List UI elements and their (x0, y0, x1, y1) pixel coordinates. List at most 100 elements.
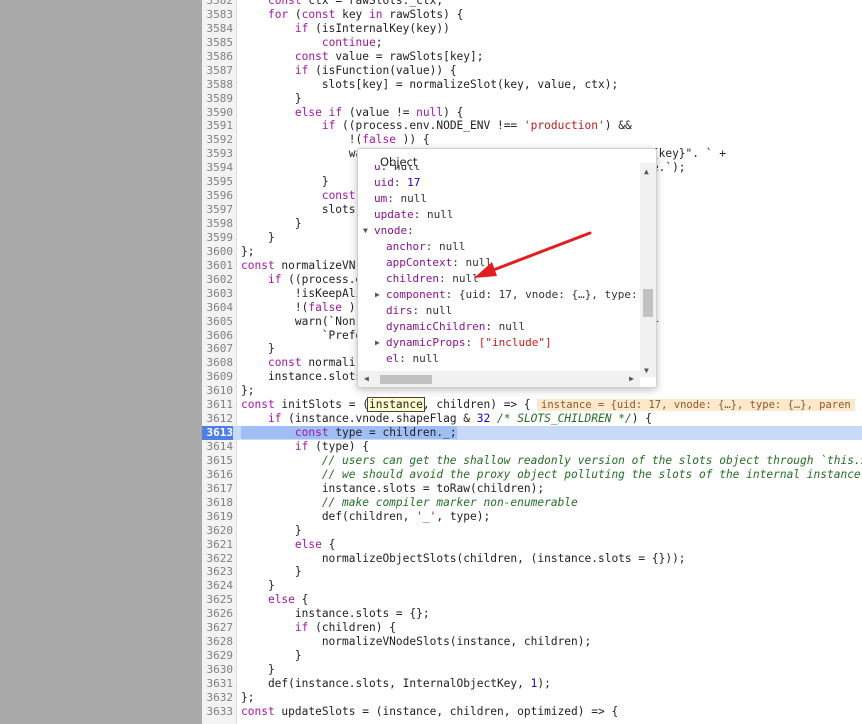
code-line[interactable]: 3630 } (202, 663, 862, 677)
line-number[interactable]: 3609 (202, 370, 234, 384)
code-line[interactable]: 3615 // users can get the shallow readon… (202, 454, 862, 468)
scroll-thumb[interactable] (643, 289, 653, 317)
code-text[interactable]: } (241, 524, 302, 538)
code-text[interactable]: const normali (241, 356, 356, 370)
code-text[interactable]: def(children, '_', type); (241, 510, 490, 524)
code-text[interactable]: const value = rawSlots[key]; (241, 50, 484, 64)
code-line[interactable]: 3623 } (202, 565, 862, 579)
code-text[interactable]: for (const key in rawSlots) { (241, 8, 463, 22)
line-number[interactable]: 3591 (202, 119, 234, 133)
scroll-right-icon[interactable]: ▶ (629, 374, 634, 383)
vertical-scrollbar[interactable]: ▲ ▼ (640, 163, 656, 377)
code-line[interactable]: 3633 const updateSlots = (instance, child… (202, 705, 862, 719)
code-text[interactable]: if ((process.env.NODE_ENV !== 'productio… (241, 119, 632, 133)
code-text[interactable]: } (241, 231, 275, 245)
code-text[interactable]: }; (241, 245, 254, 259)
line-number[interactable]: 3617 (202, 482, 234, 496)
collapsed-triangle-icon[interactable]: ▶ (375, 287, 380, 303)
code-text[interactable]: // users can get the shallow readonly ve… (241, 454, 862, 468)
code-line[interactable]: 3620 } (202, 524, 862, 538)
line-number[interactable]: 3614 (202, 440, 234, 454)
code-text[interactable]: !(false )) { (241, 133, 430, 147)
line-number[interactable]: 3627 (202, 621, 234, 635)
property-row[interactable]: dynamicChildren: null (358, 319, 638, 335)
code-text[interactable]: // we should avoid the proxy object poll… (241, 468, 861, 482)
code-text[interactable]: } (241, 175, 329, 189)
code-line[interactable]: 3627 if (children) { (202, 621, 862, 635)
line-number[interactable]: 3602 (202, 273, 234, 287)
line-number[interactable]: 3606 (202, 329, 234, 343)
line-number[interactable]: 3616 (202, 468, 234, 482)
code-line[interactable]: 3591 if ((process.env.NODE_ENV !== 'prod… (202, 119, 862, 133)
code-text[interactable]: if ((process.e (241, 273, 362, 287)
property-row[interactable]: dirs: null (358, 303, 638, 319)
property-row[interactable]: um: null (358, 191, 638, 207)
line-number[interactable]: 3612 (202, 412, 234, 426)
code-line[interactable]: 3624 } (202, 579, 862, 593)
line-number[interactable]: 3618 (202, 496, 234, 510)
line-number[interactable]: 3622 (202, 552, 234, 566)
scroll-left-icon[interactable]: ◀ (364, 374, 369, 383)
code-text[interactable]: slots[key] = normalizeSlot(key, value, c… (241, 78, 618, 92)
code-text[interactable]: def(instance.slots, InternalObjectKey, 1… (241, 677, 551, 691)
property-row[interactable]: update: null (358, 207, 638, 223)
line-number[interactable]: 3626 (202, 607, 234, 621)
code-text[interactable]: const ctx = rawSlots._ctx; (241, 0, 443, 8)
line-number[interactable]: 3587 (202, 64, 234, 78)
code-text[interactable]: else { (241, 593, 308, 607)
code-text[interactable]: if (children) { (241, 621, 396, 635)
property-row[interactable]: u: null (358, 165, 638, 175)
line-number[interactable]: 3629 (202, 649, 234, 663)
code-text[interactable]: instance.slots = {}; (241, 607, 430, 621)
code-line[interactable]: 3584 if (isInternalKey(key)) (202, 22, 862, 36)
code-line[interactable]: 3632}; (202, 691, 862, 705)
line-number[interactable]: 3624 (202, 579, 234, 593)
line-number[interactable]: 3598 (202, 217, 234, 231)
line-number[interactable]: 3594 (202, 161, 234, 175)
line-number[interactable]: 3596 (202, 189, 234, 203)
horizontal-scrollbar[interactable]: ◀ ▶ (358, 371, 640, 387)
line-number[interactable]: 3630 (202, 663, 234, 677)
code-line[interactable]: 3585 continue; (202, 36, 862, 50)
line-number[interactable]: 3585 (202, 36, 234, 50)
property-row[interactable]: ▶ component: {uid: 17, vnode: {…}, type: (358, 287, 638, 303)
property-row[interactable]: ▶ dynamicProps: ["include"] (358, 335, 638, 351)
code-line[interactable]: 3628 normalizeVNodeSlots(instance, child… (202, 635, 862, 649)
code-text[interactable]: if (isInternalKey(key)) (241, 22, 450, 36)
code-line[interactable]: 3583 for (const key in rawSlots) { (202, 8, 862, 22)
line-number[interactable]: 3621 (202, 538, 234, 552)
code-line[interactable]: 3625 else { (202, 593, 862, 607)
code-line[interactable]: 3587 if (isFunction(value)) { (202, 64, 862, 78)
line-number[interactable]: 3599 (202, 231, 234, 245)
code-text[interactable]: } (241, 217, 302, 231)
line-number[interactable]: 3590 (202, 106, 234, 120)
code-text[interactable]: const type = children._; (241, 426, 457, 440)
line-number[interactable]: 3631 (202, 677, 234, 691)
line-number[interactable]: 3593 (202, 147, 234, 161)
line-number[interactable]: 3588 (202, 78, 234, 92)
code-text[interactable]: } (241, 649, 302, 663)
line-number[interactable]: 3620 (202, 524, 234, 538)
line-number[interactable]: 3628 (202, 635, 234, 649)
line-number[interactable]: 3610 (202, 384, 234, 398)
line-number[interactable]: 3623 (202, 565, 234, 579)
code-text[interactable]: } (241, 663, 275, 677)
code-line[interactable]: 3626 instance.slots = {}; (202, 607, 862, 621)
expanded-triangle-icon[interactable]: ▼ (363, 223, 368, 239)
code-text[interactable]: instance.slots = toRaw(children); (241, 482, 544, 496)
line-number[interactable]: 3632 (202, 691, 234, 705)
line-number[interactable]: 3592 (202, 133, 234, 147)
code-text[interactable]: } (241, 579, 275, 593)
code-text[interactable]: instance.slots (241, 370, 362, 384)
line-number[interactable]: 3625 (202, 593, 234, 607)
line-number[interactable]: 3586 (202, 50, 234, 64)
code-text[interactable]: }; (241, 384, 254, 398)
code-line[interactable]: 3622 normalizeObjectSlots(children, (ins… (202, 552, 862, 566)
line-number[interactable]: 3589 (202, 92, 234, 106)
code-text[interactable]: const normalizeVN (241, 259, 356, 273)
line-number[interactable]: 3597 (202, 203, 234, 217)
property-row[interactable]: uid: 17 (358, 175, 638, 191)
code-line[interactable]: 3631 def(instance.slots, InternalObjectK… (202, 677, 862, 691)
code-text[interactable]: } (241, 92, 302, 106)
code-text[interactable]: } (241, 342, 275, 356)
